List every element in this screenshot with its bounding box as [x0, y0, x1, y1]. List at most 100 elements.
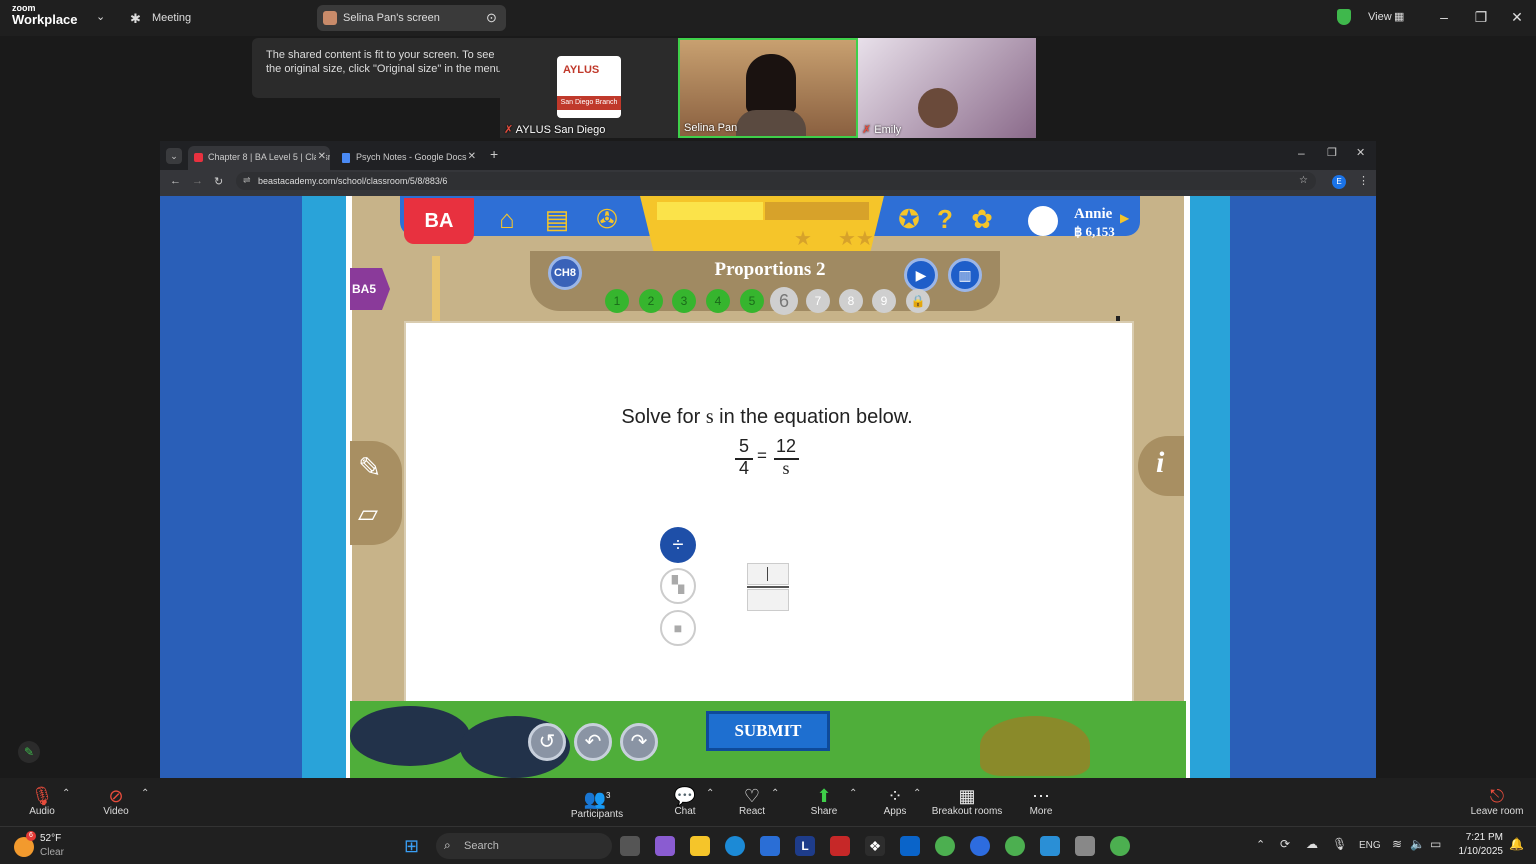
app-icon[interactable] [1075, 836, 1095, 856]
close-icon[interactable]: ✕ [468, 151, 476, 162]
chevron-up-icon[interactable]: ⌃ [141, 788, 149, 799]
user-name[interactable]: Annie [1074, 206, 1112, 223]
more-options-icon[interactable]: ⊙ [486, 10, 497, 26]
mixed-number-mode-icon[interactable]: ▚ [660, 568, 696, 604]
edge-icon[interactable] [725, 836, 745, 856]
cloud-icon[interactable]: ☁ [1306, 837, 1318, 851]
participant-tile[interactable]: AYLUS San Diego Branch ✗ AYLUS San Diego [500, 38, 678, 138]
screen-share-pill[interactable]: Selina Pan's screen ⊙ [317, 5, 506, 31]
taskbar-search[interactable]: ⌕ Search [436, 833, 612, 859]
new-tab-icon[interactable]: + [490, 146, 498, 162]
tab-search-icon[interactable]: ⌄ [166, 148, 182, 164]
weather-temp[interactable]: 52°F [40, 833, 61, 844]
reset-icon[interactable]: ↺ [528, 723, 566, 761]
fraction-mode-icon[interactable]: ÷ [660, 527, 696, 563]
zoom-logo[interactable]: zoom Workplace [12, 4, 78, 27]
whole-number-mode-icon[interactable]: ■ [660, 610, 696, 646]
back-icon[interactable]: ← [170, 175, 181, 187]
breakout-rooms-button[interactable]: ▦ Breakout rooms [927, 786, 1007, 817]
chevron-up-icon[interactable]: ⌃ [62, 788, 70, 799]
reload-icon[interactable]: ↻ [214, 175, 223, 188]
restore-icon[interactable]: ❐ [1327, 146, 1337, 159]
notifications-bell-icon[interactable]: 🔔 [1509, 837, 1524, 851]
participant-tile[interactable]: ✗ Emily [858, 38, 1036, 138]
problem-dot[interactable]: 9 [872, 289, 896, 313]
chevron-up-icon[interactable]: ⌃ [913, 788, 921, 799]
problem-dot[interactable]: 5 [740, 289, 764, 313]
mcafee-icon[interactable] [830, 836, 850, 856]
grid-icon[interactable]: ▦ [1394, 10, 1404, 23]
more-button[interactable]: ⋯ More [1001, 786, 1081, 817]
award-icon[interactable]: ✪ [892, 202, 926, 236]
tab-psych-notes[interactable]: Psych Notes - Google Docs ✕ [336, 146, 482, 170]
pencil-icon[interactable]: ✎ [358, 451, 381, 484]
home-icon[interactable]: ⌂ [490, 202, 524, 236]
zoom-icon[interactable] [970, 836, 990, 856]
sync-icon[interactable]: ⟳ [1280, 837, 1290, 851]
forward-icon[interactable]: → [192, 175, 203, 187]
wifi-icon[interactable]: ≋ [1392, 837, 1402, 851]
chevron-down-icon[interactable]: ⌄ [96, 10, 105, 23]
chrome-icon[interactable] [935, 836, 955, 856]
play-video-icon[interactable]: ▶ [904, 258, 938, 292]
leave-room-button[interactable]: ⎋ Leave room [1457, 786, 1536, 817]
chrome-icon[interactable] [1110, 836, 1130, 856]
participants-button[interactable]: 👥3 Participants [557, 786, 637, 820]
browser-menu-icon[interactable]: ⋮ [1358, 174, 1369, 187]
undo-icon[interactable]: ↶ [574, 723, 612, 761]
problem-dot[interactable]: 8 [839, 289, 863, 313]
address-bar[interactable]: ⇌ beastacademy.com/school/classroom/5/8/… [236, 172, 1316, 190]
lms-icon[interactable]: L [795, 836, 815, 856]
info-icon[interactable]: i [1156, 446, 1164, 480]
numerator-input[interactable] [747, 563, 789, 585]
site-info-icon[interactable]: ⇌ [243, 175, 251, 186]
file-explorer-icon[interactable] [690, 836, 710, 856]
volume-icon[interactable]: 🔈 [1410, 837, 1425, 851]
windows-start-icon[interactable]: ⊞ [404, 836, 419, 857]
outlook-icon[interactable] [900, 836, 920, 856]
avatar[interactable] [1028, 206, 1058, 236]
chevron-up-icon[interactable]: ⌃ [1256, 838, 1265, 851]
minimize-icon[interactable]: – [1434, 9, 1454, 25]
annotate-pencil-icon[interactable]: ✎ [18, 741, 40, 763]
maximize-icon[interactable]: ❐ [1471, 9, 1491, 26]
problem-dot[interactable]: 4 [706, 289, 730, 313]
minimize-icon[interactable]: – [1298, 146, 1305, 160]
problem-dot-current[interactable]: 6 [770, 287, 798, 315]
video-camera-icon[interactable]: ✇ [590, 202, 624, 236]
apps-button[interactable]: ⁘ Apps [855, 786, 935, 817]
meeting-label[interactable]: Meeting [152, 12, 191, 24]
submit-button[interactable]: SUBMIT [706, 711, 830, 751]
settings-gear-icon[interactable]: ✿ [965, 202, 999, 236]
close-icon[interactable]: ✕ [1356, 146, 1365, 159]
chapter-badge[interactable]: CH8 [548, 256, 582, 290]
problem-dot[interactable]: 7 [806, 289, 830, 313]
battery-icon[interactable]: ▭ [1430, 837, 1441, 851]
ba-logo[interactable]: BA [404, 198, 474, 244]
dropbox-icon[interactable]: ❖ [865, 836, 885, 856]
copilot-icon[interactable] [655, 836, 675, 856]
chevron-up-icon[interactable]: ⌃ [771, 788, 779, 799]
language-indicator[interactable]: ENG [1359, 840, 1381, 851]
problem-dot[interactable]: 2 [639, 289, 663, 313]
redo-icon[interactable]: ↷ [620, 723, 658, 761]
photos-icon[interactable] [1040, 836, 1060, 856]
store-icon[interactable] [760, 836, 780, 856]
view-label[interactable]: View [1368, 11, 1392, 23]
eraser-icon[interactable]: ▱ [358, 498, 378, 529]
clock-time[interactable]: 7:21 PM [1457, 832, 1503, 843]
denominator-input[interactable] [747, 589, 789, 611]
help-icon[interactable]: ? [928, 202, 962, 236]
profile-avatar[interactable]: E [1332, 175, 1346, 189]
react-button[interactable]: ♡ React [712, 786, 792, 817]
close-icon[interactable]: ✕ [315, 151, 326, 162]
bookmark-star-icon[interactable]: ☆ [1299, 175, 1308, 186]
guide-book-icon[interactable]: ▥ [948, 258, 982, 292]
tab-chapter[interactable]: Chapter 8 | BA Level 5 | Classro ✕ [188, 146, 330, 170]
participant-tile[interactable]: Selina Pan [678, 38, 858, 138]
problem-dot[interactable]: 1 [605, 289, 629, 313]
mic-icon[interactable]: 🎙 [1332, 837, 1347, 851]
task-view-icon[interactable] [620, 836, 640, 856]
clock-date[interactable]: 1/10/2025 [1451, 846, 1504, 857]
level-badge[interactable]: BA5 [350, 268, 390, 310]
